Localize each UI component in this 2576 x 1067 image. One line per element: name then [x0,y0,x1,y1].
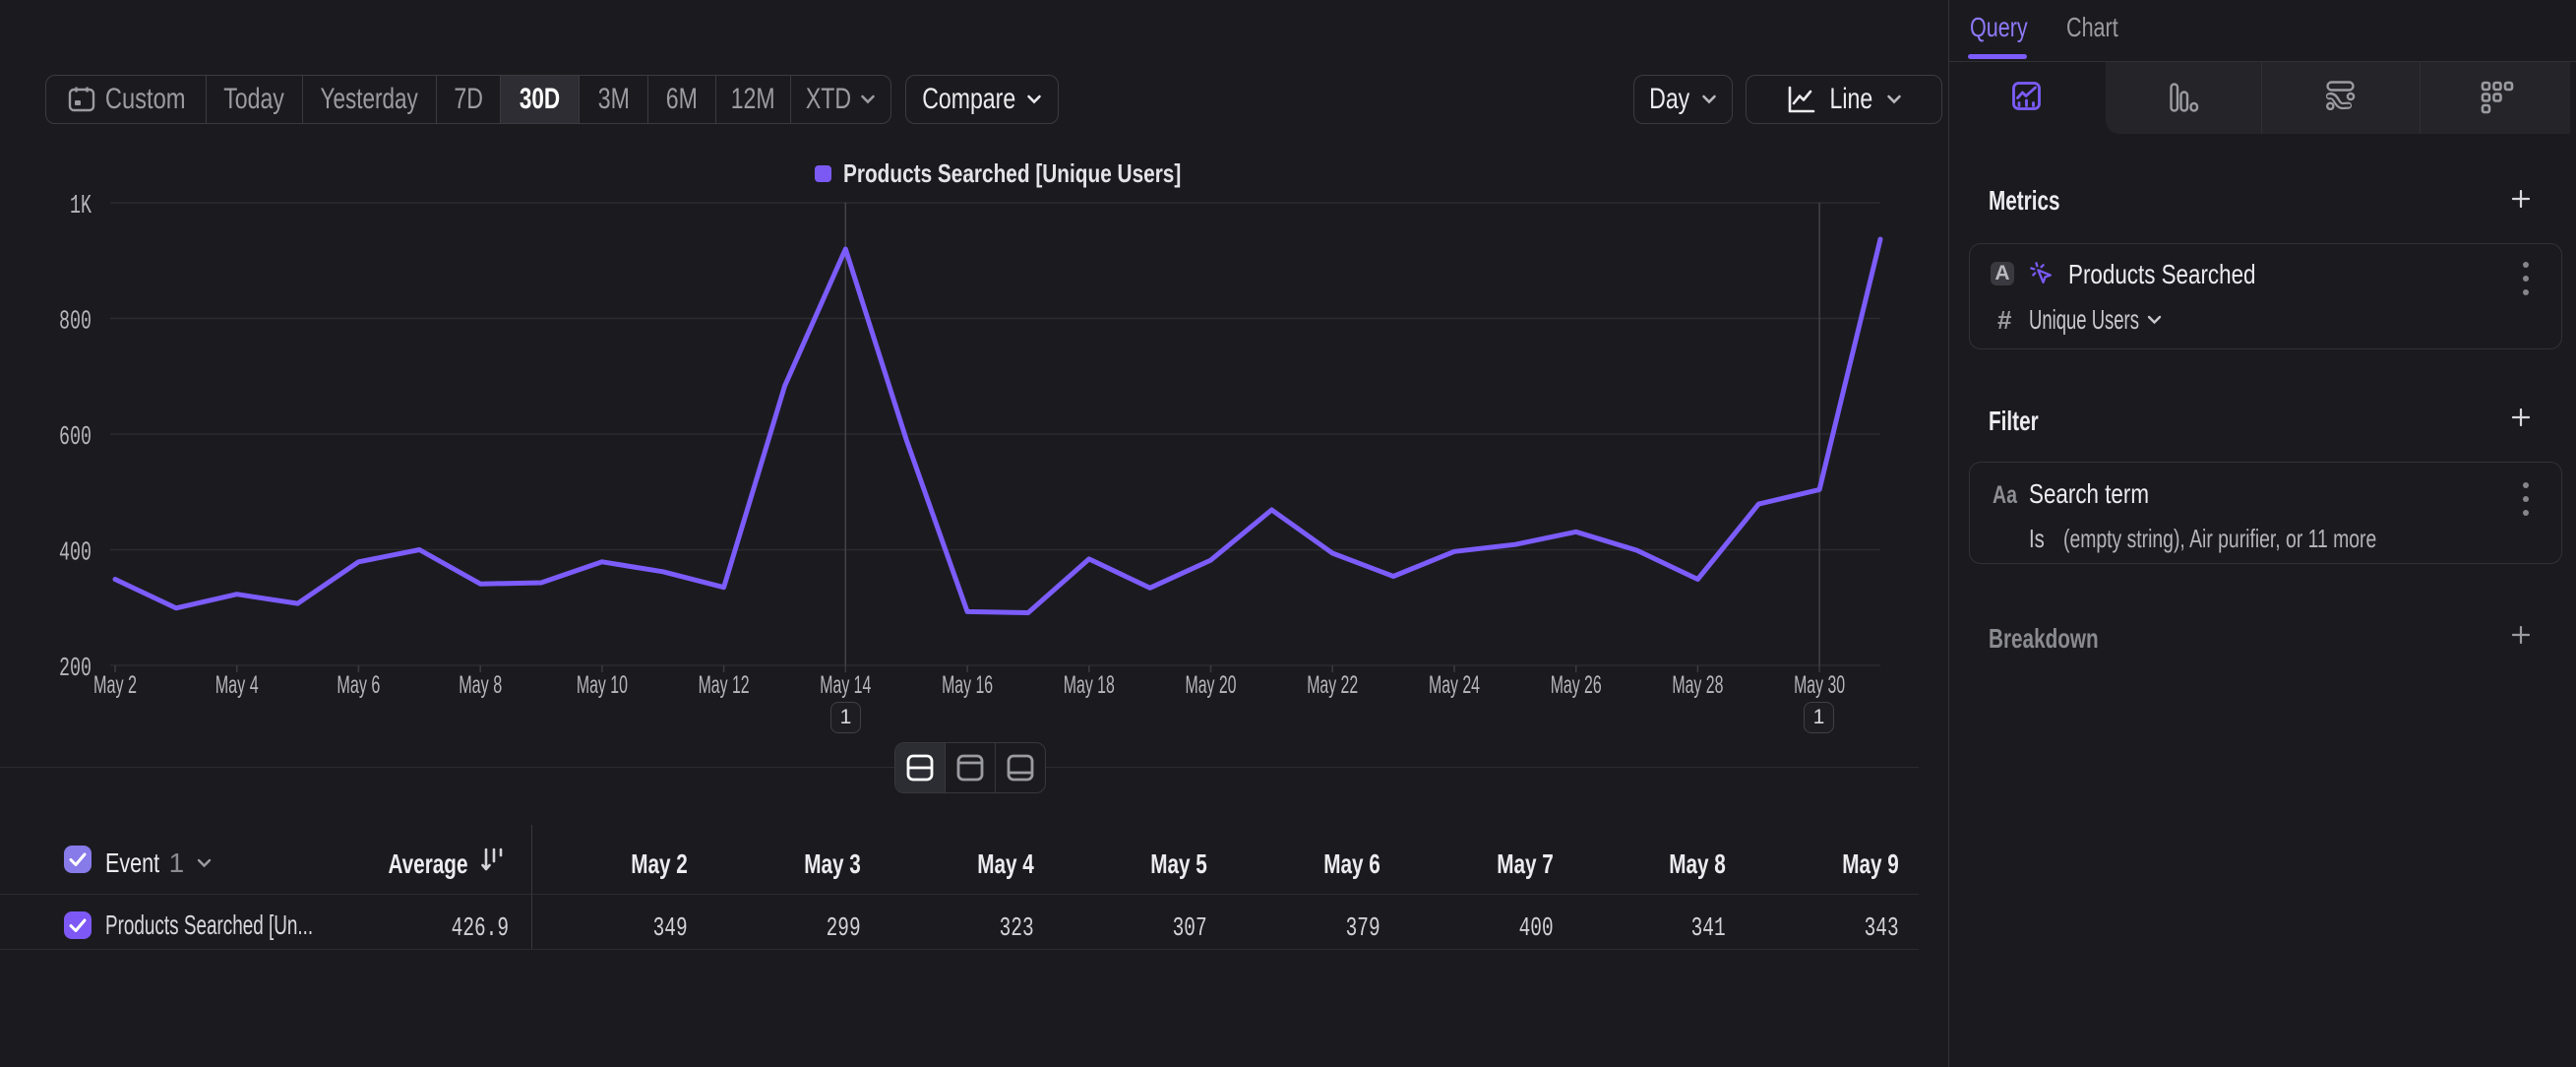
svg-text:May 6: May 6 [337,671,380,699]
svg-text:200: 200 [59,655,92,684]
svg-text:May 20: May 20 [1186,671,1237,699]
svg-text:May 28: May 28 [1672,671,1723,699]
svg-text:May 30: May 30 [1794,671,1845,699]
svg-text:May 26: May 26 [1551,671,1602,699]
svg-text:800: 800 [59,308,92,338]
svg-text:May 16: May 16 [942,671,993,699]
svg-text:400: 400 [59,539,92,569]
svg-text:May 2: May 2 [93,671,137,699]
svg-text:1K: 1K [70,192,92,221]
svg-text:May 8: May 8 [459,671,502,699]
svg-text:May 12: May 12 [699,671,750,699]
svg-text:May 24: May 24 [1429,671,1480,699]
svg-text:May 14: May 14 [820,671,871,699]
svg-text:May 10: May 10 [577,671,628,699]
svg-text:600: 600 [59,423,92,453]
svg-text:May 4: May 4 [215,671,259,699]
svg-text:May 22: May 22 [1307,671,1358,699]
svg-text:May 18: May 18 [1064,671,1115,699]
